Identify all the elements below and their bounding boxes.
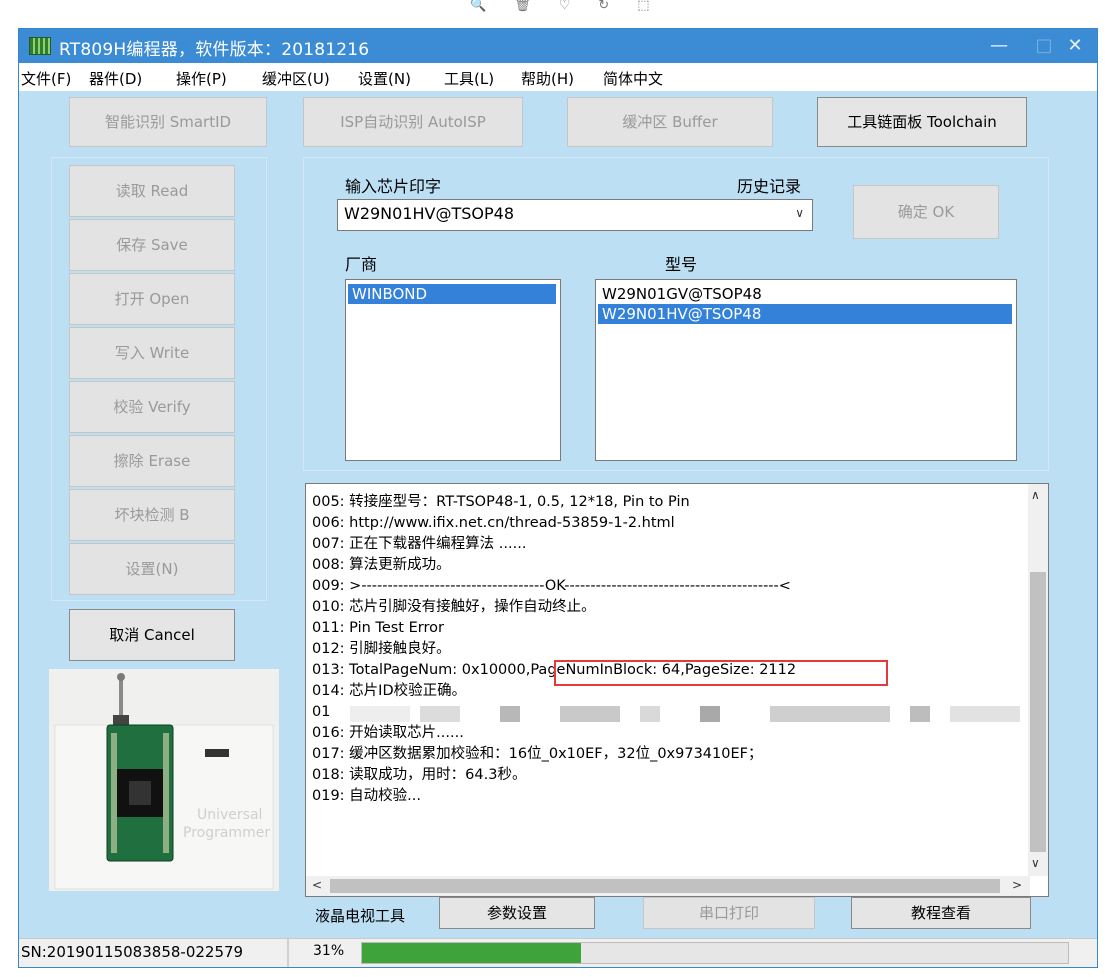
vendor-listbox[interactable]: WINBOND xyxy=(345,279,561,461)
model-label: 型号 xyxy=(665,255,698,274)
heart-icon[interactable]: ♡ xyxy=(559,0,571,14)
log-line: 006: http://www.ifix.net.cn/thread-53859… xyxy=(312,515,675,531)
tutorial-button[interactable]: 教程查看 xyxy=(851,897,1031,929)
param-settings-button[interactable]: 参数设置 xyxy=(439,897,595,929)
programmer-board-image: Universal Programmer xyxy=(49,669,279,891)
model-item-w29n01hv[interactable]: W29N01HV@TSOP48 xyxy=(598,304,1012,324)
progress-label: 31% xyxy=(313,943,345,959)
log-horizontal-scrollbar[interactable]: < > xyxy=(306,876,1030,896)
cancel-button[interactable]: 取消 Cancel xyxy=(69,609,235,661)
log-line: 005: 转接座型号：RT-TSOP48-1, 0.5, 12*18, Pin … xyxy=(312,494,690,510)
status-bar: SN:20190115083858-022579 31% xyxy=(19,938,1097,967)
autoisp-button[interactable]: ISP自动识别 AutoISP xyxy=(303,97,523,147)
progress-bar xyxy=(361,942,1069,964)
menu-help[interactable]: 帮助(H) xyxy=(521,68,574,89)
read-button[interactable]: 读取 Read xyxy=(69,165,235,217)
bad-block-check-button[interactable]: 坏块检测 B xyxy=(69,489,235,541)
smartid-button[interactable]: 智能识别 SmartID xyxy=(69,97,267,147)
write-button[interactable]: 写入 Write xyxy=(69,327,235,379)
trash-icon[interactable]: 🗑 xyxy=(514,0,531,14)
log-line: 01 xyxy=(312,704,331,720)
vendor-item-winbond[interactable]: WINBOND xyxy=(348,284,556,304)
crop-icon[interactable]: ⬚ xyxy=(637,0,649,14)
programmer-window: RT809H编程器，软件版本：20181216 — □ ✕ 文件(F) 器件(D… xyxy=(18,28,1098,968)
chevron-down-icon[interactable]: ∨ xyxy=(1031,856,1040,870)
redacted-region xyxy=(350,706,1020,728)
chevron-up-icon[interactable]: ∧ xyxy=(1031,488,1040,502)
minimize-button[interactable]: — xyxy=(979,31,1019,61)
log-line: 010: 芯片引脚没有接触好，操作自动终止。 xyxy=(312,599,596,615)
toolchain-button[interactable]: 工具链面板 Toolchain xyxy=(817,97,1027,147)
model-listbox[interactable]: W29N01GV@TSOP48 W29N01HV@TSOP48 xyxy=(595,279,1017,461)
scroll-thumb[interactable] xyxy=(1030,572,1046,852)
log-vertical-scrollbar[interactable]: ∧ ∨ xyxy=(1028,484,1048,876)
universal-text: Universal xyxy=(197,807,262,823)
scroll-thumb[interactable] xyxy=(330,879,1000,893)
title-bar: RT809H编程器，软件版本：20181216 — □ ✕ xyxy=(19,29,1097,63)
log-line: 008: 算法更新成功。 xyxy=(312,557,451,573)
menu-operate[interactable]: 操作(P) xyxy=(176,68,227,89)
search-icon[interactable]: 🔍 xyxy=(470,0,486,14)
log-line: 014: 芯片ID校验正确。 xyxy=(312,683,467,697)
chevron-down-icon[interactable]: ∨ xyxy=(795,206,804,220)
chevron-right-icon[interactable]: > xyxy=(1012,878,1022,892)
save-button[interactable]: 保存 Save xyxy=(69,219,235,271)
floating-toolbar: 🔍 🗑 ♡ ↻ ⬚ xyxy=(470,0,670,14)
serial-print-button[interactable]: 串口打印 xyxy=(643,897,815,929)
erase-button[interactable]: 擦除 Erase xyxy=(69,435,235,487)
ok-button[interactable]: 确定 OK xyxy=(853,185,999,239)
vendor-label: 厂商 xyxy=(345,255,378,274)
menu-tools[interactable]: 工具(L) xyxy=(444,68,494,89)
chip-marking-value: W29N01HV@TSOP48 xyxy=(344,204,515,223)
menu-file[interactable]: 文件(F) xyxy=(21,68,71,89)
progress-fill xyxy=(362,943,581,963)
buffer-button[interactable]: 缓冲区 Buffer xyxy=(567,97,773,147)
log-line: 009: >----------------------------------… xyxy=(312,578,791,594)
log-line: 012: 引脚接触良好。 xyxy=(312,641,451,657)
chevron-left-icon[interactable]: < xyxy=(312,878,322,892)
log-output[interactable]: 005: 转接座型号：RT-TSOP48-1, 0.5, 12*18, Pin … xyxy=(305,483,1049,897)
history-label: 历史记录 xyxy=(737,177,802,196)
model-item-w29n01gv[interactable]: W29N01GV@TSOP48 xyxy=(598,284,1012,304)
close-button[interactable]: ✕ xyxy=(1055,31,1095,61)
settings-button[interactable]: 设置(N) xyxy=(69,543,235,595)
chip-icon xyxy=(29,37,51,55)
programmer-text: Programmer xyxy=(183,825,270,841)
verify-button[interactable]: 校验 Verify xyxy=(69,381,235,433)
chip-marking-combobox[interactable]: W29N01HV@TSOP48 ∨ xyxy=(337,199,813,231)
log-line: 019: 自动校验... xyxy=(312,788,421,804)
menu-buffer[interactable]: 缓冲区(U) xyxy=(262,68,330,89)
menu-device[interactable]: 器件(D) xyxy=(89,68,142,89)
log-line: 017: 缓冲区数据累加校验和：16位_0x10EF，32位_0x973410E… xyxy=(312,746,763,762)
highlight-box xyxy=(554,660,888,686)
lcd-tv-tool-label[interactable]: 液晶电视工具 xyxy=(315,905,405,926)
serial-number: SN:20190115083858-022579 xyxy=(21,943,244,961)
menu-bar: 文件(F) 器件(D) 操作(P) 缓冲区(U) 设置(N) 工具(L) 帮助(… xyxy=(19,63,1097,91)
menu-settings[interactable]: 设置(N) xyxy=(358,68,411,89)
open-button[interactable]: 打开 Open xyxy=(69,273,235,325)
rotate-icon[interactable]: ↻ xyxy=(598,0,609,14)
log-line: 018: 读取成功，用时：64.3秒。 xyxy=(312,767,527,783)
chip-marking-label: 输入芯片印字 xyxy=(345,177,442,196)
menu-language[interactable]: 简体中文 xyxy=(603,68,663,89)
log-line: 007: 正在下载器件编程算法 ...... xyxy=(312,536,527,552)
log-line: 011: Pin Test Error xyxy=(312,620,444,636)
window-title: RT809H编程器，软件版本：20181216 xyxy=(59,40,370,60)
device-photo: Universal Programmer xyxy=(49,669,279,891)
